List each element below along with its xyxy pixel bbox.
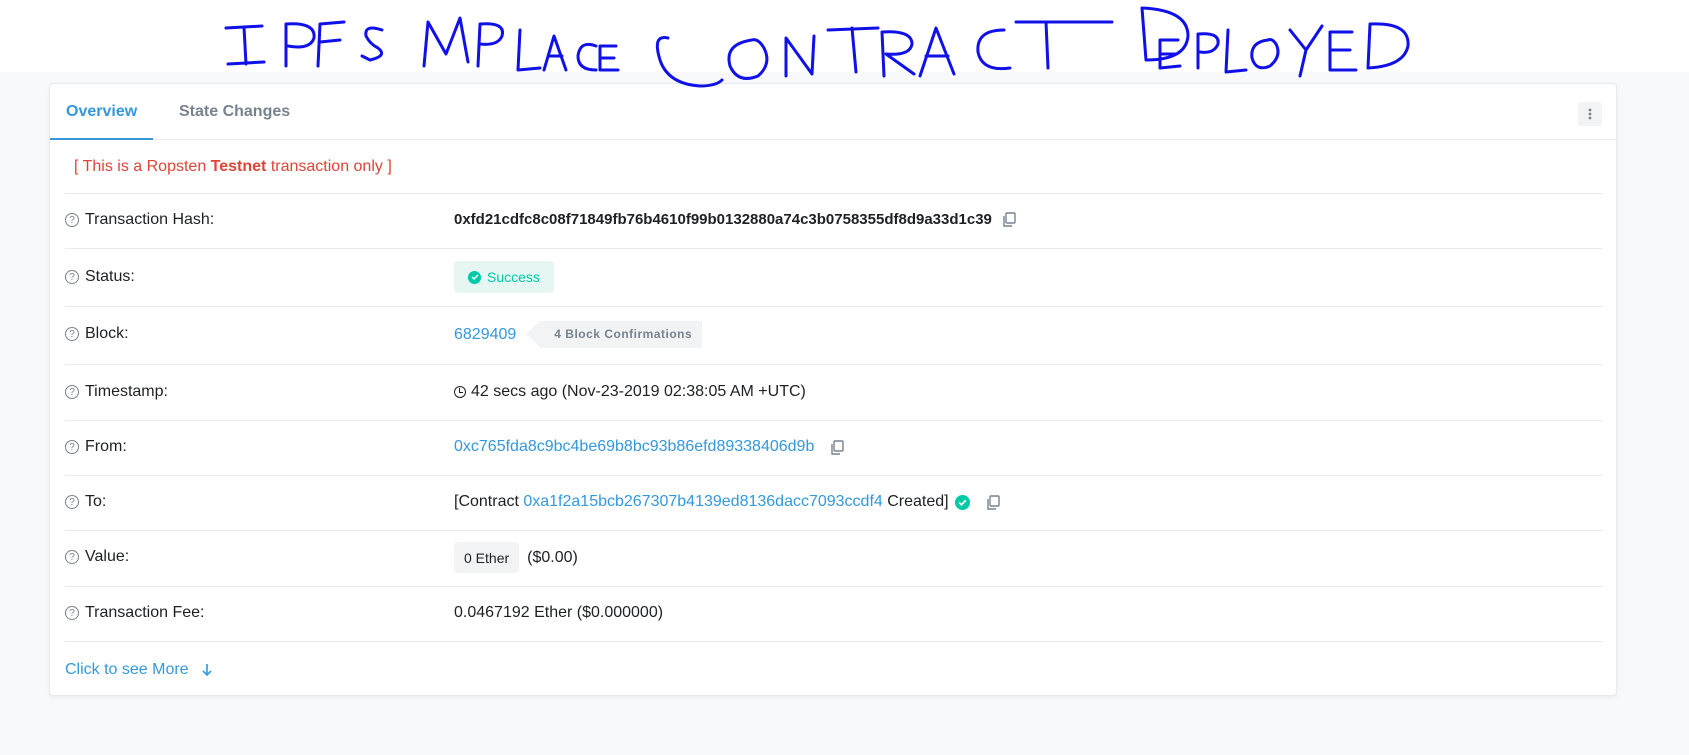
from-value-row: 0xc765fda8c9bc4be69b8bc93b86efd89338406d… bbox=[454, 438, 845, 456]
clock-icon bbox=[454, 386, 466, 398]
tab-overview[interactable]: Overview bbox=[49, 84, 154, 140]
value-label: ? Value: bbox=[65, 548, 129, 566]
transaction-hash: 0xfd21cdfc8c08f71849fb76b4610f99b0132880… bbox=[454, 211, 992, 228]
contract-address-link[interactable]: 0xa1f2a15bcb267307b4139ed8136dacc7093ccd… bbox=[523, 493, 882, 511]
block-label: ? Block: bbox=[65, 325, 129, 343]
block-confirmations-badge: 4 Block Confirmations bbox=[526, 321, 703, 348]
help-icon[interactable]: ? bbox=[65, 495, 79, 509]
ether-value-badge: 0 Ether bbox=[454, 542, 520, 573]
divider bbox=[65, 306, 1603, 307]
help-icon[interactable]: ? bbox=[65, 385, 79, 399]
divider bbox=[65, 364, 1603, 365]
block-number-link[interactable]: 6829409 bbox=[454, 326, 516, 344]
help-icon[interactable]: ? bbox=[65, 606, 79, 620]
divider bbox=[65, 420, 1603, 421]
divider bbox=[65, 193, 1603, 194]
status-value-row: Success bbox=[454, 261, 554, 293]
arrow-down-icon bbox=[202, 664, 212, 677]
fee-value-row: 0.0467192 Ether ($0.000000) bbox=[454, 604, 663, 622]
block-value-row: 6829409 4 Block Confirmations bbox=[454, 321, 703, 348]
verified-check-icon bbox=[954, 494, 970, 510]
from-address-link[interactable]: 0xc765fda8c9bc4be69b8bc93b86efd89338406d… bbox=[454, 438, 814, 456]
transaction-fee: 0.0467192 Ether ($0.000000) bbox=[454, 604, 664, 621]
to-value-row: [Contract 0xa1f2a15bcb267307b4139ed8136d… bbox=[454, 493, 1000, 511]
check-circle-icon bbox=[468, 270, 481, 284]
testnet-notice-prefix: [ This is a Ropsten bbox=[74, 158, 211, 175]
value-value-row: 0 Ether ($0.00) bbox=[454, 542, 578, 573]
testnet-notice-suffix: transaction only ] bbox=[266, 158, 392, 175]
to-suffix: Created] bbox=[882, 493, 949, 510]
help-icon[interactable]: ? bbox=[65, 270, 79, 284]
timestamp-label: ? Timestamp: bbox=[65, 383, 168, 401]
page-top-band bbox=[0, 0, 1689, 72]
testnet-notice: [ This is a Ropsten Testnet transaction … bbox=[74, 158, 392, 176]
usd-value: ($0.00) bbox=[527, 548, 578, 566]
divider bbox=[65, 530, 1603, 531]
fee-label: ? Transaction Fee: bbox=[65, 604, 204, 622]
divider bbox=[65, 475, 1603, 476]
from-label: ? From: bbox=[65, 438, 127, 456]
transaction-card: Overview State Changes [ This is a Ropst… bbox=[49, 83, 1617, 696]
copy-icon[interactable] bbox=[986, 494, 1000, 510]
help-icon[interactable]: ? bbox=[65, 440, 79, 454]
status-text: Success bbox=[487, 269, 540, 285]
see-more-link[interactable]: Click to see More bbox=[65, 661, 213, 679]
tab-bar: Overview State Changes bbox=[49, 84, 1616, 140]
divider bbox=[65, 248, 1603, 249]
more-vertical-icon bbox=[1588, 108, 1592, 120]
copy-icon[interactable] bbox=[830, 439, 845, 455]
copy-icon[interactable] bbox=[1002, 212, 1016, 227]
help-icon[interactable]: ? bbox=[65, 550, 79, 564]
testnet-notice-highlight: Testnet bbox=[210, 158, 267, 175]
divider bbox=[65, 641, 1603, 642]
to-prefix: [Contract bbox=[454, 493, 524, 510]
timestamp-text: 42 secs ago (Nov-23-2019 02:38:05 AM +UT… bbox=[471, 383, 806, 400]
see-more-label: Click to see More bbox=[65, 661, 189, 678]
status-badge: Success bbox=[454, 261, 554, 293]
hash-label: ? Transaction Hash: bbox=[65, 211, 214, 229]
divider bbox=[65, 586, 1603, 587]
status-label: ? Status: bbox=[65, 268, 135, 286]
help-icon[interactable]: ? bbox=[65, 327, 79, 341]
more-options-button[interactable] bbox=[1578, 102, 1602, 126]
help-icon[interactable]: ? bbox=[65, 213, 79, 227]
to-label: ? To: bbox=[65, 493, 106, 511]
tab-state-changes[interactable]: State Changes bbox=[179, 84, 290, 139]
timestamp-value-row: 42 secs ago (Nov-23-2019 02:38:05 AM +UT… bbox=[454, 383, 806, 401]
hash-value-row: 0xfd21cdfc8c08f71849fb76b4610f99b0132880… bbox=[454, 211, 1016, 228]
